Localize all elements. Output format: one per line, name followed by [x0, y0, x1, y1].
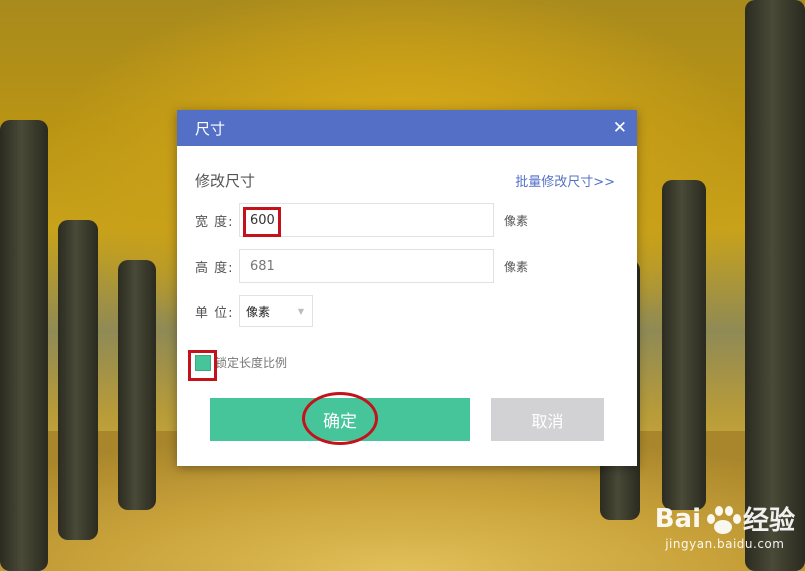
tree-trunk — [0, 120, 48, 571]
watermark-brand-right: 经验 — [742, 506, 795, 536]
paw-icon — [703, 504, 741, 534]
height-unit: 像素 — [504, 259, 529, 274]
lock-ratio-checkbox[interactable] — [195, 354, 211, 371]
batch-resize-link[interactable]: 批量修改尺寸>> — [515, 171, 615, 190]
width-row: 宽 度: 像素 — [195, 203, 528, 237]
dialog-titlebar: 尺寸 ✕ — [177, 110, 637, 146]
section-title: 修改尺寸 — [195, 172, 256, 190]
watermark-logo: Bai 经验 — [655, 500, 795, 537]
tree-trunk — [745, 0, 805, 571]
width-unit: 像素 — [504, 213, 529, 228]
unit-label: 单 位: — [195, 305, 234, 321]
height-label: 高 度: — [195, 260, 234, 276]
height-input[interactable] — [239, 249, 494, 283]
tree-trunk — [58, 220, 98, 540]
unit-select-value: 像素 — [246, 304, 271, 319]
dialog-title: 尺寸 — [195, 119, 226, 138]
section-header: 修改尺寸 批量修改尺寸>> — [195, 170, 615, 191]
cancel-button[interactable]: 取消 — [491, 398, 604, 441]
baidu-jingyan-watermark: Bai 经验 jingyan.baidu.com — [655, 500, 795, 552]
tree-trunk — [662, 180, 706, 510]
tree-trunk — [118, 260, 156, 510]
width-label: 宽 度: — [195, 214, 234, 230]
resize-dialog: 尺寸 ✕ 修改尺寸 批量修改尺寸>> 宽 度: 像素 高 度: 像素 单 位: … — [177, 110, 637, 466]
unit-select[interactable]: 像素 ▼ — [239, 295, 313, 327]
width-input[interactable] — [239, 203, 494, 237]
ok-button[interactable]: 确定 — [210, 398, 470, 441]
chevron-down-icon: ▼ — [297, 306, 304, 316]
lock-ratio-row: 锁定长度比例 — [195, 354, 287, 371]
height-row: 高 度: 像素 — [195, 249, 528, 283]
watermark-brand-left: Bai — [654, 503, 701, 534]
watermark-url: jingyan.baidu.com — [665, 537, 785, 551]
close-icon[interactable]: ✕ — [613, 119, 627, 137]
unit-row: 单 位: 像素 ▼ — [195, 295, 313, 327]
lock-ratio-label: 锁定长度比例 — [215, 356, 288, 370]
